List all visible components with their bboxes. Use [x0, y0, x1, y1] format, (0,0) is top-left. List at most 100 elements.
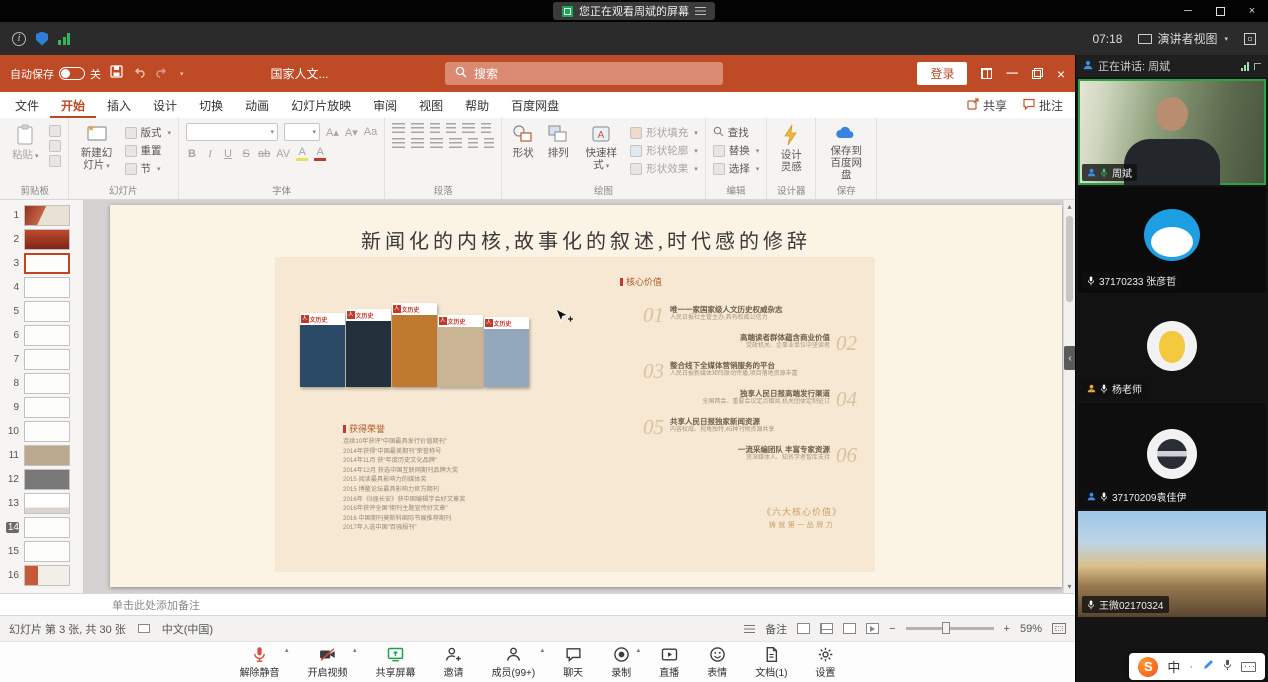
ime-toolbar[interactable]: S 中 · — [1129, 653, 1265, 680]
bold-icon[interactable]: B — [186, 148, 198, 160]
redo-icon[interactable] — [155, 65, 169, 83]
align-center-icon[interactable] — [411, 138, 424, 148]
info-icon[interactable]: i — [12, 32, 26, 46]
slide-thumbnail[interactable]: 8 — [0, 371, 83, 395]
screen-share-notification[interactable]: 您正在观看周斌的屏幕 — [553, 2, 715, 20]
participant-video[interactable]: 37170209袁佳伊 — [1078, 403, 1266, 509]
slide-thumbnail[interactable]: 6 — [0, 323, 83, 347]
toolbar-members[interactable]: ▴成员(99+) — [492, 646, 536, 679]
scrollbar-thumb[interactable] — [1066, 216, 1073, 302]
slide-thumbnail[interactable]: 16 — [0, 563, 83, 587]
participant-video[interactable]: 周斌 — [1078, 79, 1266, 185]
text-direction-icon[interactable] — [481, 123, 491, 133]
zoom-out-button[interactable]: − — [889, 623, 895, 635]
ribbon-display-options-icon[interactable] — [981, 68, 992, 79]
slide-thumbnail[interactable]: 2 — [0, 227, 83, 251]
change-case-icon[interactable]: Aa — [364, 126, 377, 138]
toolbar-start-video[interactable]: ▴开启视频 — [308, 646, 348, 679]
menu-icon[interactable] — [695, 7, 706, 15]
vertical-scrollbar[interactable]: ▴ ‹ ▾ — [1063, 200, 1075, 593]
panel-collapse-handle[interactable]: ‹ — [1064, 346, 1075, 370]
smartart-icon[interactable] — [484, 138, 494, 148]
font-size-select[interactable]: ▾ — [284, 123, 320, 141]
notes-toggle[interactable]: 备注 — [765, 621, 787, 637]
shapes-button[interactable]: 形状 — [509, 123, 537, 160]
slide-thumbnail[interactable]: 13 — [0, 491, 83, 515]
line-spacing-icon[interactable] — [462, 123, 475, 133]
bullets-icon[interactable] — [392, 123, 405, 133]
toolbar-unmute[interactable]: ▴解除静音 — [240, 646, 280, 679]
align-left-icon[interactable] — [392, 138, 405, 148]
toolbar-docs[interactable]: 文档(1) — [755, 646, 787, 679]
expand-caret-icon[interactable]: ▴ — [637, 646, 641, 654]
new-slide-button[interactable]: 新建幻灯片▾ — [76, 123, 118, 172]
ribbon-tab-设计[interactable]: 设计 — [142, 92, 188, 118]
ppt-minimize-button[interactable]: ─ — [1006, 65, 1017, 83]
search-input[interactable]: 搜索 — [445, 62, 723, 85]
toolbar-share-screen[interactable]: 共享屏幕 — [376, 646, 416, 679]
participant-video[interactable]: 王微02170324 — [1078, 511, 1266, 617]
zoom-slider-thumb[interactable] — [942, 622, 950, 634]
toolbar-live[interactable]: 直播 — [659, 646, 679, 679]
select-button[interactable]: 选择▾ — [713, 161, 760, 176]
slide-thumbnail[interactable]: 7 — [0, 347, 83, 371]
fullscreen-icon[interactable] — [1244, 33, 1256, 45]
toolbar-record[interactable]: ▴录制 — [611, 646, 631, 679]
zoom-slider[interactable] — [906, 627, 994, 630]
design-ideas-button[interactable]: 设计灵感 — [774, 123, 808, 174]
shape-effects-button[interactable]: 形状效果▾ — [630, 161, 698, 176]
ribbon-tab-文件[interactable]: 文件 — [4, 92, 50, 118]
share-button[interactable]: 共享 — [967, 97, 1007, 114]
ribbon-tab-帮助[interactable]: 帮助 — [454, 92, 500, 118]
scroll-down-arrow[interactable]: ▾ — [1067, 582, 1071, 591]
ribbon-tab-开始[interactable]: 开始 — [50, 92, 96, 118]
expand-caret-icon[interactable]: ▴ — [353, 646, 357, 654]
highlight-color-icon[interactable]: A — [296, 146, 308, 161]
arrange-button[interactable]: 排列 — [544, 123, 572, 160]
quick-styles-button[interactable]: A 快速样式▾ — [579, 123, 623, 172]
slide-thumbnail[interactable]: 12 — [0, 467, 83, 491]
quick-access-dropdown-icon[interactable]: ▾ — [180, 70, 184, 78]
ribbon-tab-审阅[interactable]: 审阅 — [362, 92, 408, 118]
slide-thumbnail[interactable]: 3 — [0, 251, 83, 275]
spellcheck-icon[interactable] — [138, 624, 150, 633]
save-to-baidu-button[interactable]: 保存到百度网盘 — [823, 123, 869, 182]
decrease-font-icon[interactable]: A▾ — [345, 126, 358, 139]
expand-arrow-icon[interactable] — [1254, 63, 1261, 70]
slide-thumbnail[interactable]: 9 — [0, 395, 83, 419]
slide-thumbnail[interactable]: 10 — [0, 419, 83, 443]
slide-thumbnail[interactable]: 5 — [0, 299, 83, 323]
ime-mic-icon[interactable] — [1223, 658, 1232, 676]
scroll-up-arrow[interactable]: ▴ — [1067, 202, 1071, 211]
login-button[interactable]: 登录 — [917, 62, 967, 85]
minimize-button[interactable]: ─ — [1172, 0, 1204, 22]
character-spacing-icon[interactable]: AV — [276, 148, 290, 160]
ppt-close-button[interactable]: × — [1057, 66, 1065, 82]
slide-canvas[interactable]: 新闻化的内核,故事化的叙述,时代感的修辞 核心价值 人文历史人文历史人文历史人文… — [84, 200, 1063, 593]
toggle-switch[interactable] — [59, 67, 85, 80]
zoom-level[interactable]: 59% — [1020, 623, 1042, 635]
shape-outline-button[interactable]: 形状轮廓▾ — [630, 143, 698, 158]
columns-icon[interactable] — [468, 138, 478, 148]
ime-punctuation-indicator[interactable]: · — [1189, 661, 1193, 673]
toolbar-settings[interactable]: 设置 — [815, 646, 835, 679]
italic-icon[interactable]: I — [204, 148, 216, 160]
view-mode-selector[interactable]: 演讲者视图 ▾ — [1138, 30, 1228, 47]
slide-thumbnail[interactable]: 15 — [0, 539, 83, 563]
ribbon-tab-动画[interactable]: 动画 — [234, 92, 280, 118]
ime-pen-icon[interactable] — [1202, 658, 1214, 676]
ribbon-tab-切换[interactable]: 切换 — [188, 92, 234, 118]
comments-button[interactable]: 批注 — [1023, 97, 1063, 114]
sogou-logo-icon[interactable]: S — [1138, 657, 1158, 677]
toolbar-chat[interactable]: 聊天 — [563, 646, 583, 679]
slide-sorter-view-button[interactable] — [820, 623, 833, 634]
slide[interactable]: 新闻化的内核,故事化的叙述,时代感的修辞 核心价值 人文历史人文历史人文历史人文… — [110, 205, 1062, 587]
participant-video[interactable]: 37170233 张彦哲 — [1078, 187, 1266, 293]
ribbon-tab-幻灯片放映[interactable]: 幻灯片放映 — [280, 92, 362, 118]
reading-view-button[interactable] — [843, 623, 856, 634]
fit-to-window-icon[interactable] — [1052, 623, 1066, 634]
slide-thumbnail[interactable]: 14 — [0, 515, 83, 539]
expand-caret-icon[interactable]: ▴ — [541, 646, 545, 654]
ime-language-indicator[interactable]: 中 — [1167, 657, 1180, 676]
toolbar-invite[interactable]: 邀请 — [444, 646, 464, 679]
